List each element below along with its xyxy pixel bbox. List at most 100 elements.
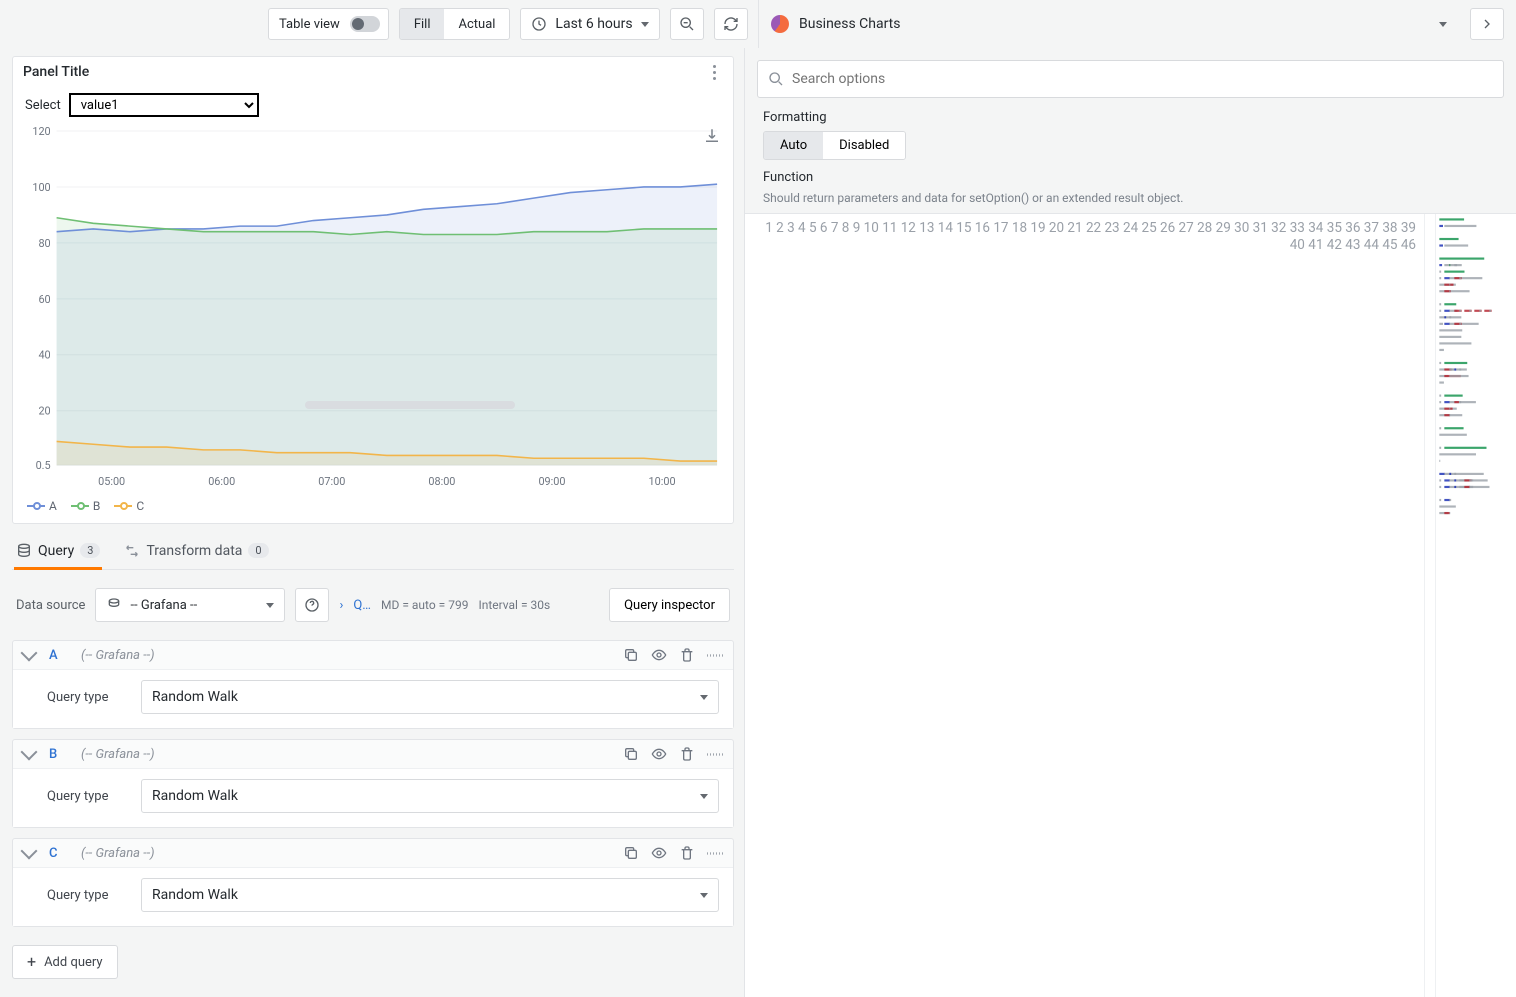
- drag-handle-icon[interactable]: [707, 845, 723, 861]
- drag-handle-icon[interactable]: [707, 647, 723, 663]
- tab-query[interactable]: Query 3: [16, 532, 100, 569]
- legend-item[interactable]: B: [71, 499, 100, 513]
- chevron-down-icon: [1439, 22, 1447, 27]
- toggle-visibility-icon[interactable]: [651, 746, 667, 762]
- fill-button[interactable]: Fill: [400, 9, 445, 39]
- datasource-meta-interval: Interval = 30s: [478, 598, 550, 612]
- zoom-out-button[interactable]: [670, 8, 704, 40]
- svg-text:10:00: 10:00: [649, 475, 676, 488]
- svg-text:20: 20: [38, 405, 50, 418]
- query-row: B (-- Grafana --) Query type Random Walk: [12, 739, 734, 828]
- clock-icon: [531, 16, 547, 32]
- query-ref[interactable]: B: [49, 747, 67, 762]
- zoom-out-icon: [679, 16, 695, 32]
- legend-item[interactable]: C: [114, 499, 144, 513]
- actual-button[interactable]: Actual: [444, 9, 509, 39]
- chart-legend: A B C: [21, 497, 725, 519]
- datasource-select[interactable]: -- Grafana --: [95, 588, 285, 622]
- code-body[interactable]: //Get the DOM for the panel let dom = co…: [1425, 214, 1435, 997]
- query-type-value: Random Walk: [152, 788, 692, 804]
- query-row: A (-- Grafana --) Query type Random Walk: [12, 640, 734, 729]
- svg-text:60: 60: [38, 293, 50, 306]
- tab-query-label: Query: [38, 543, 74, 559]
- legend-swatch: [114, 502, 132, 510]
- drag-handle-icon[interactable]: [707, 746, 723, 762]
- query-inspector-button[interactable]: Query inspector: [609, 588, 730, 622]
- tab-transform[interactable]: Transform data 0: [124, 532, 268, 569]
- formatting-label: Formatting: [763, 110, 1498, 125]
- datasource-value: -- Grafana --: [130, 598, 258, 613]
- time-range-label: Last 6 hours: [555, 16, 632, 32]
- chevron-down-icon: [700, 893, 708, 898]
- grafana-icon: [106, 597, 122, 613]
- refresh-icon: [723, 16, 739, 32]
- select-label: Select: [25, 98, 61, 113]
- svg-text:09:00: 09:00: [538, 475, 565, 488]
- legend-label: B: [93, 499, 100, 513]
- query-type-value: Random Walk: [152, 887, 692, 903]
- panel-select-input[interactable]: value1: [69, 93, 259, 117]
- duplicate-icon[interactable]: [623, 647, 639, 663]
- chevron-right-icon: [1479, 16, 1495, 32]
- delete-icon[interactable]: [679, 845, 695, 861]
- formatting-auto-button[interactable]: Auto: [764, 132, 823, 159]
- svg-text:0.5: 0.5: [36, 459, 51, 472]
- function-label: Function: [763, 170, 1498, 185]
- delete-icon[interactable]: [679, 746, 695, 762]
- fill-actual-segment: Fill Actual: [399, 8, 511, 40]
- svg-text:100: 100: [32, 181, 50, 194]
- panel-title: Panel Title: [23, 64, 89, 80]
- formatting-disabled-button[interactable]: Disabled: [823, 132, 905, 159]
- panel-menu-button[interactable]: [705, 63, 723, 81]
- query-ref[interactable]: A: [49, 648, 67, 663]
- datasource-help-button[interactable]: [295, 588, 329, 622]
- toggle-switch[interactable]: [350, 16, 380, 32]
- query-type-select[interactable]: Random Walk: [141, 878, 719, 912]
- datasource-meta-md: MD = auto = 799: [381, 598, 468, 612]
- duplicate-icon[interactable]: [623, 845, 639, 861]
- query-options-link[interactable]: Q…: [353, 598, 371, 613]
- chevron-down-icon: [266, 603, 274, 608]
- toggle-visibility-icon[interactable]: [651, 845, 667, 861]
- query-type-label: Query type: [47, 888, 127, 903]
- collapse-toggle[interactable]: [21, 744, 38, 761]
- chevron-right-icon[interactable]: ›: [339, 598, 343, 613]
- options-search[interactable]: [757, 60, 1504, 98]
- expand-right-button[interactable]: [1470, 8, 1504, 40]
- query-type-select[interactable]: Random Walk: [141, 680, 719, 714]
- database-icon: [16, 543, 32, 559]
- query-ref[interactable]: C: [49, 846, 67, 861]
- options-search-input[interactable]: [792, 71, 1493, 87]
- add-query-label: Add query: [44, 955, 103, 970]
- collapse-toggle[interactable]: [21, 843, 38, 860]
- download-icon[interactable]: [703, 127, 721, 145]
- datasource-row: Data source -- Grafana -- › Q… MD = auto…: [12, 578, 734, 632]
- toggle-visibility-icon[interactable]: [651, 647, 667, 663]
- collapse-toggle[interactable]: [21, 645, 38, 662]
- svg-text:80: 80: [38, 237, 50, 250]
- query-type-value: Random Walk: [152, 689, 692, 705]
- refresh-button[interactable]: [714, 8, 748, 40]
- collapse-button[interactable]: [1426, 8, 1460, 40]
- query-count-badge: 3: [80, 543, 100, 558]
- query-tabs: Query 3 Transform data 0: [12, 532, 734, 570]
- query-type-select[interactable]: Random Walk: [141, 779, 719, 813]
- transform-count-badge: 0: [248, 543, 268, 558]
- add-query-button[interactable]: + Add query: [12, 945, 118, 979]
- table-view-toggle[interactable]: Table view: [268, 8, 389, 40]
- duplicate-icon[interactable]: [623, 746, 639, 762]
- datasource-label: Data source: [16, 598, 85, 613]
- time-range-picker[interactable]: Last 6 hours: [520, 8, 659, 40]
- svg-text:08:00: 08:00: [428, 475, 455, 488]
- code-editor[interactable]: 1 2 3 4 5 6 7 8 9 10 11 12 13 14 15 16 1…: [745, 213, 1516, 997]
- plugin-logo-icon: [771, 15, 789, 33]
- code-minimap[interactable]: [1435, 214, 1516, 997]
- table-view-label: Table view: [269, 17, 350, 32]
- tab-transform-label: Transform data: [146, 543, 242, 559]
- svg-text:07:00: 07:00: [318, 475, 345, 488]
- delete-icon[interactable]: [679, 647, 695, 663]
- function-help: Should return parameters and data for se…: [763, 191, 1498, 205]
- chart-scrollbar[interactable]: [305, 401, 515, 409]
- legend-item[interactable]: A: [27, 499, 57, 513]
- chevron-down-icon: [700, 695, 708, 700]
